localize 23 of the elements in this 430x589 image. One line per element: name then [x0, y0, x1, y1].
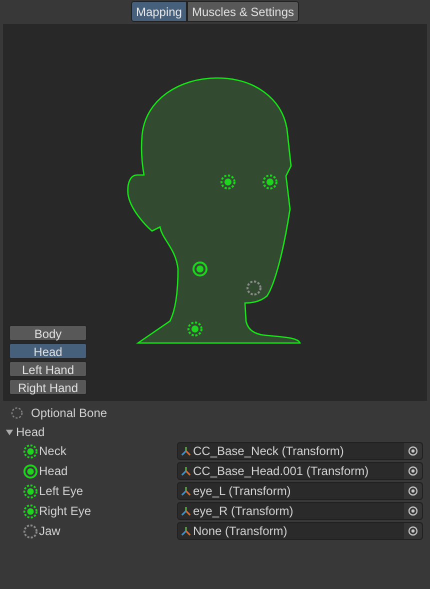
group-foldout[interactable]: Head: [0, 424, 430, 440]
field-value: eye_L (Transform): [193, 483, 292, 500]
bone-label: Left Eye: [39, 483, 84, 500]
object-field[interactable]: eye_R (Transform): [177, 502, 423, 520]
field-value: CC_Base_Head.001 (Transform): [193, 463, 370, 480]
tab[interactable]: Muscles & Settings: [186, 1, 300, 22]
bone-label: Neck: [39, 443, 66, 460]
object-field[interactable]: CC_Base_Neck (Transform): [177, 442, 423, 460]
tab[interactable]: Mapping: [130, 1, 187, 22]
bone-label: Jaw: [39, 523, 60, 540]
view-button[interactable]: Right Hand: [9, 379, 87, 395]
field-value: eye_R (Transform): [193, 503, 294, 520]
legend-label: Optional Bone: [31, 405, 108, 422]
field-value: None (Transform): [193, 523, 288, 540]
object-field[interactable]: eye_L (Transform): [177, 482, 423, 500]
view-button[interactable]: Body: [9, 325, 87, 341]
object-field[interactable]: None (Transform): [177, 522, 423, 540]
object-field[interactable]: CC_Base_Head.001 (Transform): [177, 462, 423, 480]
bone-label: Right Eye: [39, 503, 92, 520]
bone-label: Head: [39, 463, 68, 480]
field-value: CC_Base_Neck (Transform): [193, 443, 345, 460]
view-button[interactable]: Head: [9, 343, 87, 359]
view-button[interactable]: Left Hand: [9, 361, 87, 377]
